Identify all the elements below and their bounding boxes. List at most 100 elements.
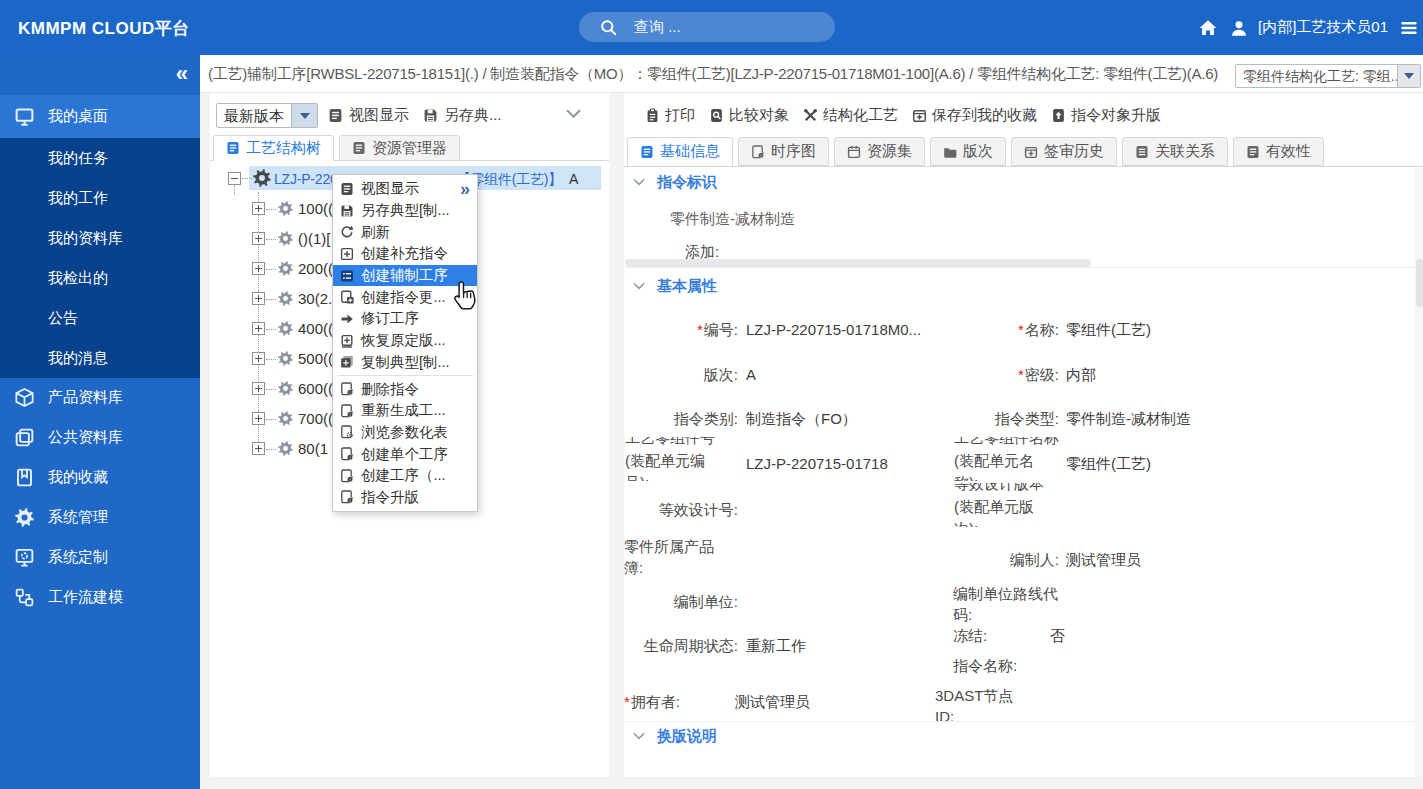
sidebar-item-messages[interactable]: 我的消息 — [0, 338, 200, 378]
user-icon[interactable] — [1230, 19, 1248, 37]
mouse-cursor — [452, 280, 482, 314]
details-tab-timing-diagram[interactable]: 时序图 — [738, 137, 829, 166]
section-collapse-icon[interactable] — [633, 282, 646, 291]
sidebar-item-favorites[interactable]: 我的收藏 — [0, 457, 200, 497]
sidebar-item-label: 公共资料库 — [48, 428, 123, 447]
sidebar-item-system-admin[interactable]: 系统管理 — [0, 497, 200, 537]
toolbar-more-chevron-icon[interactable] — [566, 109, 581, 119]
tree-node-expand-toggle[interactable] — [252, 322, 265, 335]
required-asterisk: * — [1018, 366, 1024, 383]
tree-tab-resource-manager[interactable]: 资源管理器 — [339, 135, 460, 161]
tree-node-expand-toggle[interactable] — [252, 202, 265, 215]
sidebar-item-label: 我的消息 — [48, 349, 108, 368]
sidebar-collapse-icon[interactable]: « — [176, 61, 188, 87]
field-value: 重新工作 — [746, 637, 806, 656]
section-collapse-icon[interactable] — [633, 178, 646, 187]
tree-root-collapse-toggle[interactable] — [228, 172, 241, 185]
sidebar-item-desktop[interactable]: 我的桌面 — [0, 95, 200, 138]
print-button[interactable]: 打印 — [645, 106, 695, 125]
sidebar-item-announcements[interactable]: 公告 — [0, 298, 200, 338]
details-tab-basic-info[interactable]: 基础信息 — [627, 137, 733, 166]
tree-node-expand-toggle[interactable] — [252, 352, 265, 365]
sidebar-item-label: 我的任务 — [48, 149, 108, 168]
section-instruction-identity[interactable]: 指令标识 — [633, 173, 717, 192]
tree-node[interactable]: ()(1)[ — [298, 230, 331, 247]
sidebar-item-workflow[interactable]: 工作流建模 — [0, 577, 200, 617]
menu-item-icon — [340, 312, 354, 326]
menu-item-icon — [340, 290, 354, 304]
view-display-button[interactable]: 视图显示 — [328, 106, 409, 125]
tree-node[interactable]: 700(( — [298, 410, 333, 427]
context-menu-item[interactable]: 恢复原定版... — [333, 330, 477, 352]
section-revision-notes[interactable]: 换版说明 — [633, 727, 717, 746]
context-selector[interactable]: 零组件结构化工艺: 零组... — [1235, 64, 1421, 88]
field-value: 零组件(工艺) — [1066, 321, 1151, 340]
context-menu-item[interactable]: 复制典型[制... — [333, 352, 477, 374]
vertical-scrollbar[interactable] — [1415, 167, 1423, 777]
details-tab-relations[interactable]: 关联关系 — [1122, 137, 1228, 166]
search-box[interactable]: 查询 ... — [579, 12, 835, 42]
menu-icon[interactable] — [1400, 19, 1418, 37]
instruction-upgrade-button[interactable]: 指令对象升版 — [1051, 106, 1161, 125]
context-menu-item[interactable]: 删除指令 — [333, 378, 477, 400]
tab-label: 基础信息 — [660, 142, 720, 161]
save-as-typical-button[interactable]: 另存典... — [423, 106, 502, 125]
field-label: 生命周期状态: — [624, 637, 738, 656]
details-tab-validity[interactable]: 有效性 — [1233, 137, 1324, 166]
menu-item-label: 创建指令更... — [361, 288, 446, 307]
topbar: KMMPM CLOUD平台 查询 ... [内部]工艺技术员01 — [0, 0, 1423, 55]
tree-node-expand-toggle[interactable] — [252, 412, 265, 425]
version-select[interactable]: 最新版本 — [216, 103, 318, 128]
context-menu-item[interactable]: 浏览参数化表 — [333, 422, 477, 444]
vertical-scrollbar-thumb[interactable] — [1416, 259, 1423, 307]
sidebar-item-checkout[interactable]: 我检出的 — [0, 258, 200, 298]
field-label: 编制单位路线代码: — [953, 583, 1061, 625]
context-menu-item[interactable]: 另存典型[制... — [333, 200, 477, 222]
home-icon[interactable] — [1199, 19, 1217, 37]
sidebar-item-system-custom[interactable]: 系统定制 — [0, 537, 200, 577]
section-collapse-icon[interactable] — [633, 732, 646, 741]
tab-label: 关联关系 — [1155, 142, 1215, 161]
tree-node-expand-toggle[interactable] — [252, 442, 265, 455]
sidebar-item-library[interactable]: 我的资料库 — [0, 218, 200, 258]
details-tab-resource-set[interactable]: 资源集 — [834, 137, 925, 166]
context-menu-item[interactable]: 刷新 — [333, 221, 477, 243]
sidebar-item-label: 工作流建模 — [48, 588, 123, 607]
tree-node[interactable]: 100(( — [298, 200, 333, 217]
version-select-dropdown-button[interactable] — [291, 104, 317, 127]
context-menu-item[interactable]: 创建单个工序 — [333, 443, 477, 465]
button-label: 另存典... — [444, 106, 502, 125]
sidebar-item-tasks[interactable]: 我的任务 — [0, 138, 200, 178]
search-placeholder: 查询 ... — [634, 18, 681, 37]
context-menu-item[interactable]: 创建补充指令 — [333, 243, 477, 265]
tree-node-expand-toggle[interactable] — [252, 292, 265, 305]
tree-node[interactable]: 80(1 — [298, 440, 328, 457]
tree-node-expand-toggle[interactable] — [252, 232, 265, 245]
save-to-favorites-button[interactable]: 保存到我的收藏 — [912, 106, 1037, 125]
tree-node[interactable]: 500(( — [298, 350, 333, 367]
menu-item-icon — [340, 382, 354, 396]
tree-node-expand-toggle[interactable] — [252, 382, 265, 395]
sidebar-item-public-library[interactable]: 公共资料库 — [0, 417, 200, 457]
compare-button[interactable]: 比较对象 — [709, 106, 789, 125]
context-menu-item[interactable]: 创建工序（... — [333, 465, 477, 487]
tree-node-expand-toggle[interactable] — [252, 262, 265, 275]
structured-process-button[interactable]: 结构化工艺 — [803, 106, 898, 125]
tree-node[interactable]: 600(( — [298, 380, 333, 397]
context-selector-dropdown-button[interactable] — [1397, 65, 1420, 87]
sidebar-item-product-library[interactable]: 产品资料库 — [0, 377, 200, 417]
section-basic-properties[interactable]: 基本属性 — [633, 277, 717, 296]
field-label: *密级: — [953, 366, 1059, 385]
details-tab-versions[interactable]: 版次 — [930, 137, 1006, 166]
horizontal-scrollbar[interactable] — [625, 259, 1091, 267]
tree-tab-process-structure-tree[interactable]: 工艺结构树 — [213, 135, 334, 161]
context-menu-item[interactable]: 视图显示» — [333, 178, 477, 200]
context-menu-item[interactable]: 指令升版 — [333, 487, 477, 509]
sidebar-item-work[interactable]: 我的工作 — [0, 178, 200, 218]
tree-node[interactable]: 30(2. — [298, 290, 332, 307]
tree-node[interactable]: 400(( — [298, 320, 333, 337]
app-title: KMMPM CLOUD平台 — [18, 17, 190, 40]
details-tab-sign-history[interactable]: 签审历史 — [1011, 137, 1117, 166]
context-menu-item[interactable]: 重新生成工... — [333, 400, 477, 422]
tree-node[interactable]: 200(( — [298, 260, 333, 277]
